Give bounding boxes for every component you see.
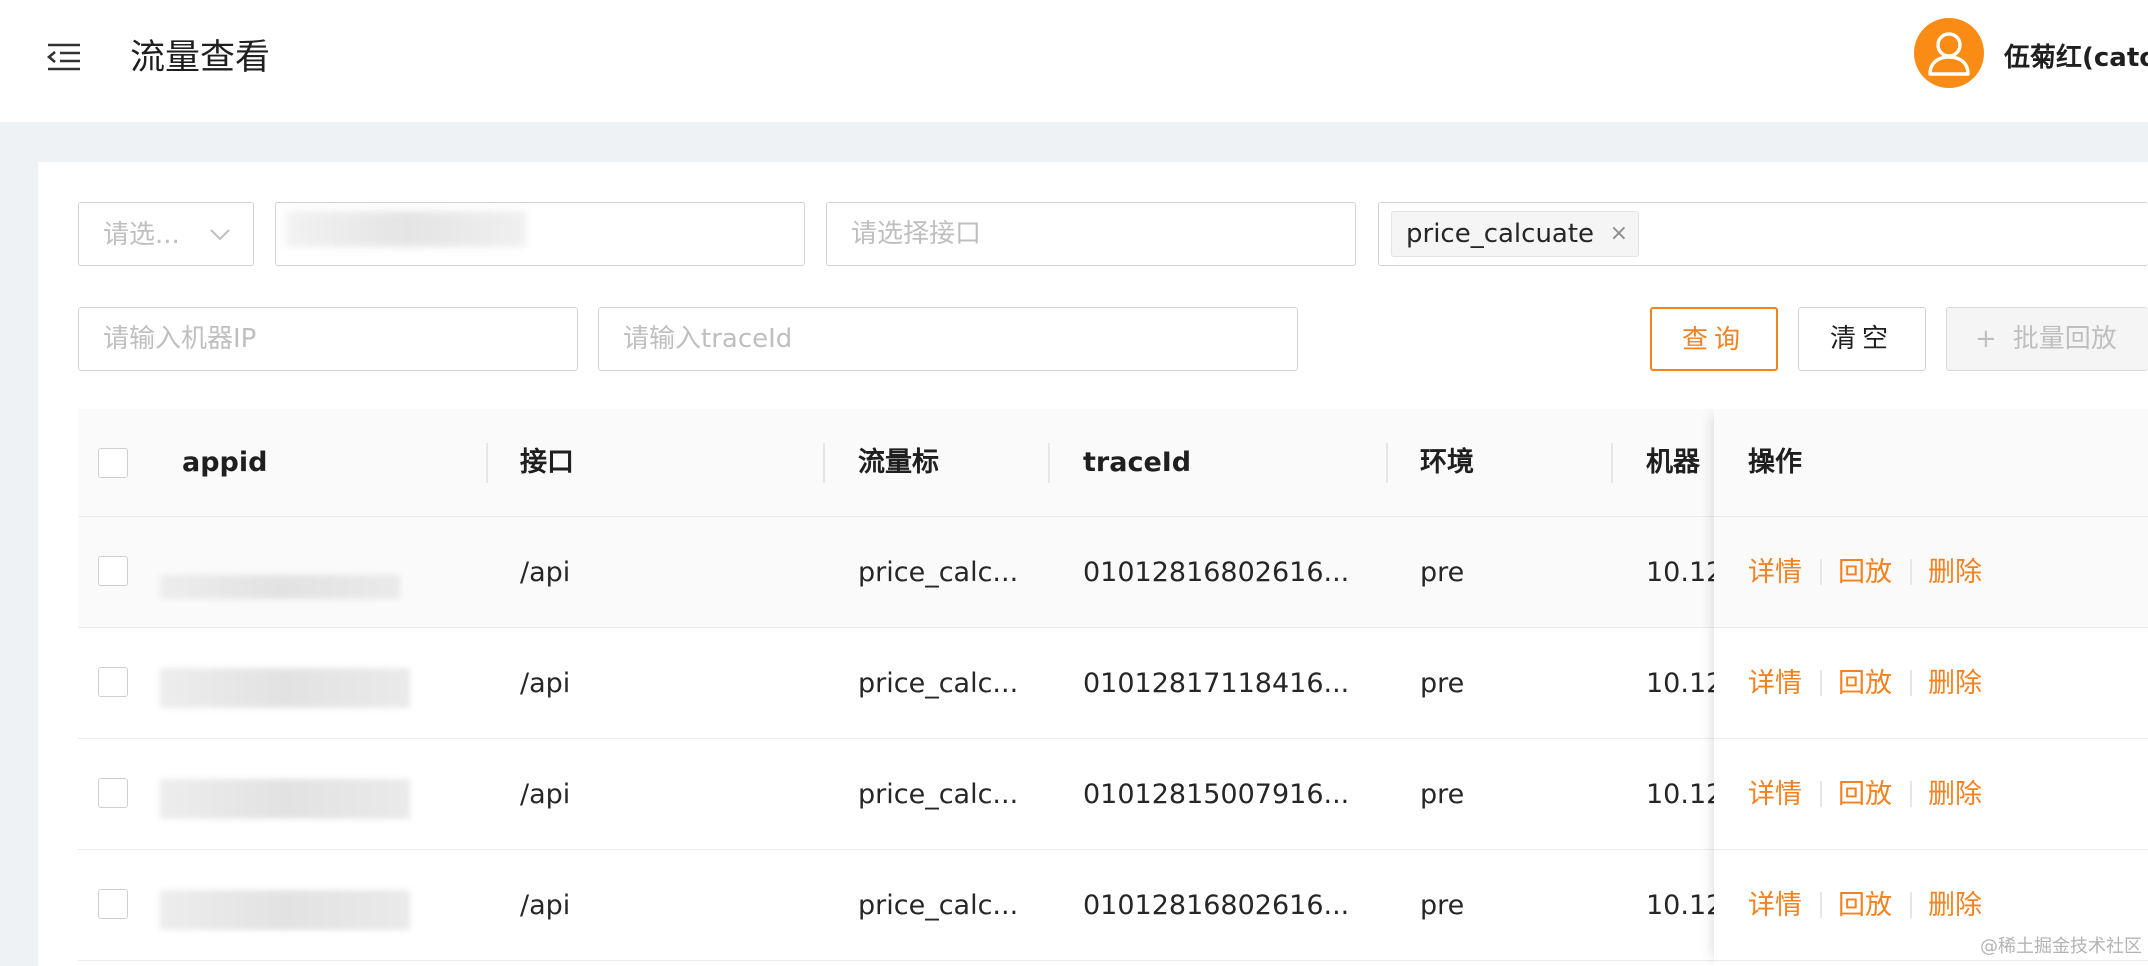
- delete-link[interactable]: 删除: [1928, 739, 1982, 850]
- app-name-input[interactable]: [276, 203, 804, 265]
- cell-traffic-tag: price_calc...: [858, 890, 1019, 921]
- cell-interface: /api: [520, 779, 571, 810]
- row-checkbox[interactable]: [98, 667, 128, 697]
- ops-row: 详情 回放 删除: [1714, 739, 2148, 850]
- cell-env: pre: [1420, 779, 1465, 810]
- col-appid: appid: [182, 447, 268, 478]
- cell-machine: 10.12: [1646, 779, 1724, 810]
- row-checkbox[interactable]: [98, 556, 128, 586]
- col-traffic-tag: 流量标: [858, 447, 939, 478]
- traceid-input[interactable]: [599, 308, 1297, 370]
- delete-link[interactable]: 删除: [1928, 850, 1982, 961]
- row-checkbox[interactable]: [98, 778, 128, 808]
- cell-traffic-tag: price_calc...: [858, 779, 1019, 810]
- cell-env: pre: [1420, 890, 1465, 921]
- app-input[interactable]: [275, 202, 805, 266]
- ip-field[interactable]: [78, 307, 578, 371]
- op-separator: [1820, 670, 1822, 696]
- replay-link[interactable]: 回放: [1838, 517, 1892, 628]
- detail-link[interactable]: 详情: [1748, 517, 1802, 628]
- user-icon: [1928, 32, 1970, 76]
- replay-link[interactable]: 回放: [1838, 739, 1892, 850]
- cell-traceid: 01012817118416...: [1083, 668, 1350, 699]
- operations-column: 操作 详情 回放 删除 详情 回放 删除 详情 回放 删除 详情 回放 删除: [1714, 409, 2148, 966]
- blurred-appid: [160, 668, 410, 708]
- op-separator: [1820, 892, 1822, 918]
- col-traceid: traceId: [1083, 447, 1192, 478]
- ip-input[interactable]: [79, 308, 577, 370]
- batch-replay-label: 批量回放: [2012, 324, 2117, 354]
- detail-link[interactable]: 详情: [1748, 850, 1802, 961]
- cell-traceid: 01012816802616...: [1083, 557, 1350, 588]
- watermark: @稀土掘金技术社区: [1980, 936, 2142, 957]
- page-title: 流量查看: [130, 38, 271, 78]
- batch-replay-button[interactable]: + 批量回放: [1946, 307, 2148, 371]
- cell-env: pre: [1420, 668, 1465, 699]
- traceid-field[interactable]: [598, 307, 1298, 371]
- detail-link[interactable]: 详情: [1748, 739, 1802, 850]
- col-divider: [1611, 443, 1613, 483]
- ops-row: 详情 回放 删除: [1714, 628, 2148, 739]
- blurred-appid: [160, 575, 400, 599]
- traffic-tag-label: price_calcuate: [1406, 219, 1595, 249]
- chevron-down-icon: [209, 227, 231, 241]
- user-avatar[interactable]: [1914, 18, 1984, 88]
- op-separator: [1910, 670, 1912, 696]
- interface-select[interactable]: [826, 202, 1356, 266]
- col-ops: 操作: [1748, 447, 1802, 478]
- op-separator: [1820, 781, 1822, 807]
- cell-machine: 10.12: [1646, 557, 1724, 588]
- row-checkbox[interactable]: [98, 889, 128, 919]
- op-separator: [1820, 559, 1822, 585]
- replay-link[interactable]: 回放: [1838, 850, 1892, 961]
- ops-row: 详情 回放 删除: [1714, 517, 2148, 628]
- cell-traffic-tag: price_calc...: [858, 668, 1019, 699]
- select-all-checkbox[interactable]: [98, 448, 128, 478]
- cell-traceid: 01012815007916...: [1083, 779, 1350, 810]
- detail-link[interactable]: 详情: [1748, 628, 1802, 739]
- col-divider: [1048, 443, 1050, 483]
- cell-machine: 10.12: [1646, 890, 1724, 921]
- delete-link[interactable]: 删除: [1928, 517, 1982, 628]
- col-divider: [1386, 443, 1388, 483]
- delete-link[interactable]: 删除: [1928, 628, 1982, 739]
- cell-interface: /api: [520, 668, 571, 699]
- user-name[interactable]: 伍菊红(cato: [2004, 38, 2148, 78]
- col-interface: 接口: [520, 447, 574, 478]
- cell-machine: 10.12: [1646, 668, 1724, 699]
- query-button[interactable]: 查询: [1650, 307, 1778, 371]
- content-card: 请选... price_calcuate × 查询 清空 +批量回放 appi: [38, 162, 2148, 966]
- blurred-appid: [160, 890, 410, 930]
- top-header: 流量查看 伍菊红(cato: [0, 0, 2148, 122]
- cell-interface: /api: [520, 557, 571, 588]
- plus-icon: +: [1975, 324, 1997, 354]
- app-select-placeholder: 请选...: [103, 220, 180, 250]
- col-machine: 机器: [1646, 447, 1700, 478]
- cell-interface: /api: [520, 890, 571, 921]
- col-divider: [486, 443, 488, 483]
- cell-env: pre: [1420, 557, 1465, 588]
- op-separator: [1910, 559, 1912, 585]
- traffic-tag-chip: price_calcuate ×: [1391, 211, 1640, 257]
- blurred-appid: [160, 779, 410, 819]
- app-select[interactable]: 请选...: [78, 202, 254, 266]
- traffic-table: appid 接口 流量标 traceId 环境 机器 /api price_ca…: [78, 409, 2148, 966]
- col-env: 环境: [1420, 447, 1474, 478]
- op-separator: [1910, 781, 1912, 807]
- clear-button[interactable]: 清空: [1798, 307, 1926, 371]
- tag-select[interactable]: price_calcuate ×: [1378, 202, 2148, 266]
- replay-link[interactable]: 回放: [1838, 628, 1892, 739]
- cell-traceid: 01012816802616...: [1083, 890, 1350, 921]
- menu-fold-icon[interactable]: [46, 42, 82, 72]
- op-separator: [1910, 892, 1912, 918]
- ops-header: 操作: [1714, 409, 2148, 517]
- interface-input[interactable]: [827, 203, 1355, 265]
- col-divider: [823, 443, 825, 483]
- close-icon[interactable]: ×: [1610, 214, 1628, 254]
- cell-traffic-tag: price_calc...: [858, 557, 1019, 588]
